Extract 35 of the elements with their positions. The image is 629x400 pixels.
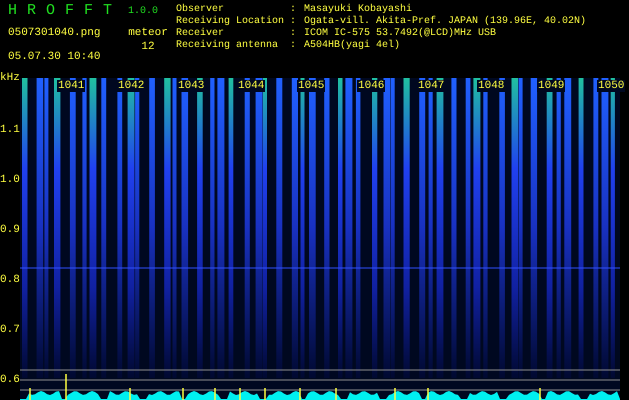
x-axis-label: 1049 bbox=[537, 80, 566, 92]
meteor-count: 12 bbox=[141, 40, 155, 54]
axis-unit: kHz bbox=[0, 72, 20, 84]
app-version: 1.0.0 bbox=[128, 5, 158, 19]
info-label: Receiving Location bbox=[176, 16, 286, 28]
info-value: A504HB(yagi 4el) bbox=[304, 40, 400, 52]
y-axis-label: 0.7 bbox=[0, 324, 20, 336]
y-axis-label: 0.8 bbox=[0, 274, 20, 286]
x-axis-label: 1046 bbox=[357, 80, 386, 92]
y-axis-label: 0.6 bbox=[0, 374, 20, 386]
info-value: Ogata-vill. Akita-Pref. JAPAN (139.96E, 40.02N) bbox=[304, 16, 586, 28]
y-axis-label: 1.0 bbox=[0, 174, 20, 186]
app-title: HROFFT bbox=[8, 2, 122, 20]
info-colon: : bbox=[290, 16, 298, 28]
info-colon: : bbox=[290, 4, 298, 16]
info-label: Observer bbox=[176, 4, 226, 16]
x-axis-label: 1045 bbox=[297, 80, 326, 92]
x-axis-label: 1041 bbox=[57, 80, 86, 92]
y-axis-label: 0.9 bbox=[0, 224, 20, 236]
file-name: 0507301040.png bbox=[8, 26, 102, 40]
info-label: Receiver bbox=[176, 28, 226, 40]
x-axis-label: 1047 bbox=[417, 80, 446, 92]
info-colon: : bbox=[290, 40, 298, 52]
x-axis-label: 1048 bbox=[477, 80, 506, 92]
info-value: ICOM IC-575 53.7492(@LCD)MHz USB bbox=[304, 28, 496, 40]
info-value: Masayuki Kobayashi bbox=[304, 4, 412, 16]
info-colon: : bbox=[290, 28, 298, 40]
x-axis-label: 1043 bbox=[177, 80, 206, 92]
info-label: Receiving antenna bbox=[176, 40, 280, 52]
x-axis-label: 1042 bbox=[117, 80, 146, 92]
x-axis-label: 1050 bbox=[597, 80, 626, 92]
date-time: 05.07.30 10:40 bbox=[8, 50, 102, 64]
x-axis-label: 1044 bbox=[237, 80, 266, 92]
y-axis-label: 1.1 bbox=[0, 124, 20, 136]
meteor-label: meteor bbox=[128, 26, 168, 40]
